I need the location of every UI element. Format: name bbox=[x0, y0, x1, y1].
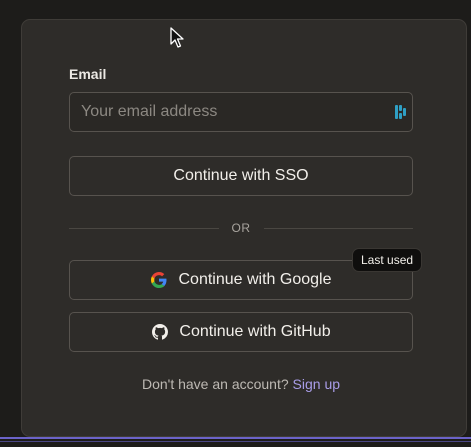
email-label: Email bbox=[69, 66, 107, 82]
github-icon bbox=[151, 324, 168, 341]
sso-button-label: Continue with SSO bbox=[173, 167, 309, 184]
bottom-accent-line bbox=[0, 437, 471, 439]
bottom-accent-line-secondary bbox=[0, 441, 471, 442]
signup-prompt: Don't have an account? Sign up bbox=[69, 376, 413, 392]
mouse-cursor-icon bbox=[170, 27, 184, 49]
email-field-wrapper bbox=[69, 92, 413, 132]
login-page: Email Continue with SSO OR C bbox=[0, 0, 471, 447]
or-divider: OR bbox=[69, 218, 413, 238]
divider-line-right bbox=[263, 227, 413, 229]
google-button-label: Continue with Google bbox=[178, 271, 332, 288]
continue-with-sso-button[interactable]: Continue with SSO bbox=[69, 156, 413, 196]
email-field[interactable] bbox=[70, 93, 390, 131]
last-used-badge: Last used bbox=[352, 248, 423, 272]
sign-up-link[interactable]: Sign up bbox=[293, 376, 340, 392]
google-icon bbox=[151, 272, 168, 289]
continue-with-github-button[interactable]: Continue with GitHub bbox=[69, 312, 413, 352]
github-button-label: Continue with GitHub bbox=[179, 323, 331, 340]
password-manager-icon[interactable] bbox=[395, 104, 406, 120]
divider-line-left bbox=[69, 227, 219, 229]
divider-text: OR bbox=[231, 221, 251, 235]
signup-prompt-text: Don't have an account? bbox=[141, 376, 289, 392]
